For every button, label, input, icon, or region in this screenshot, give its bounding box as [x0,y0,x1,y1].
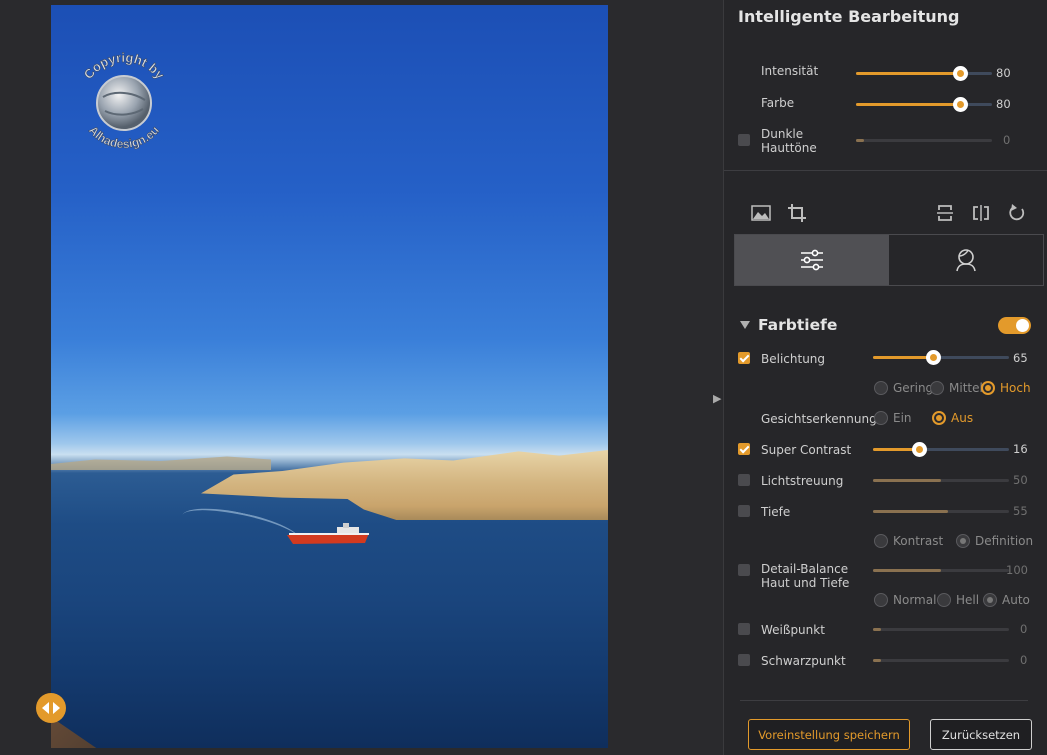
exposure-checkbox[interactable] [738,352,750,364]
super-contrast-slider-knob[interactable] [912,442,927,457]
photo-red-ship [287,523,369,544]
exposure-high-label: Hoch [1000,381,1031,395]
detail-auto-label: Auto [1002,593,1030,607]
detail-auto-radio[interactable] [983,593,997,607]
detail-bright-label: Hell [956,593,980,607]
super-contrast-value: 16 [1013,442,1028,456]
color-value: 80 [996,97,1011,111]
intensity-label: Intensität [761,64,819,78]
divider [724,170,1047,171]
light-scatter-checkbox[interactable] [738,474,750,486]
section-toggle[interactable] [998,317,1031,334]
save-preset-button[interactable]: Voreinstellung speichern [748,719,910,750]
intensity-value: 80 [996,66,1011,80]
reset-button[interactable]: Zurücksetzen [930,719,1032,750]
super-contrast-slider[interactable] [873,442,1009,457]
white-point-label: Weißpunkt [761,623,825,637]
depth-label: Tiefe [761,505,791,519]
depth-slider[interactable] [873,510,1009,513]
photo-far-coast [51,456,271,470]
detail-normal-radio[interactable] [874,593,888,607]
image-canvas: Copyright by Alhadesign.eu ▶ [0,0,723,755]
depth-checkbox[interactable] [738,505,750,517]
color-slider-knob[interactable] [953,97,968,112]
detail-normal-label: Normal [893,593,937,607]
photo-preview: Copyright by Alhadesign.eu [51,5,608,748]
collapse-triangle-icon[interactable] [740,321,750,329]
dark-skin-checkbox[interactable] [738,134,750,146]
depth-contrast-label: Kontrast [893,534,944,548]
super-contrast-label: Super Contrast [761,443,852,457]
compare-toggle-button[interactable] [36,693,66,723]
tab-portrait[interactable] [889,235,1043,285]
tab-adjustments[interactable] [735,235,889,285]
exposure-high-radio[interactable] [981,381,995,395]
rotate-icon[interactable] [1006,202,1028,224]
exposure-label: Belichtung [761,352,826,366]
super-contrast-checkbox[interactable] [738,443,750,455]
detail-balance-slider[interactable] [873,569,1009,572]
compare-arrows-icon [42,702,60,714]
divider [740,700,1028,701]
white-point-checkbox[interactable] [738,623,750,635]
photo-boat-wake [179,500,303,556]
black-point-slider[interactable] [873,659,1009,662]
dark-skin-value: 0 [1003,133,1011,147]
exposure-slider[interactable] [873,350,1009,365]
exposure-low-radio[interactable] [874,381,888,395]
exposure-value: 65 [1013,351,1028,365]
exposure-mid-radio[interactable] [930,381,944,395]
white-point-value: 0 [1020,622,1028,636]
face-detection-label: Gesichtserkennung [761,412,877,426]
flip-horizontal-icon[interactable] [970,202,992,224]
sliders-icon [801,249,823,271]
depth-value: 55 [1013,504,1028,518]
intensity-slider[interactable] [856,66,992,81]
black-point-label: Schwarzpunkt [761,654,846,668]
portrait-icon [956,249,976,272]
depth-definition-label: Definition [975,534,1034,548]
exposure-low-label: Gering [893,381,934,395]
depth-definition-radio[interactable] [956,534,970,548]
section-title: Farbtiefe [758,316,838,334]
face-on-radio[interactable] [874,411,888,425]
white-point-slider[interactable] [873,628,1009,631]
exposure-mid-label: Mittel [949,381,983,395]
dark-skin-label: Dunkle Hauttöne [761,127,817,155]
exposure-slider-knob[interactable] [926,350,941,365]
depth-contrast-radio[interactable] [874,534,888,548]
intensity-slider-knob[interactable] [953,66,968,81]
editor-app: Copyright by Alhadesign.eu ▶ Intelligent… [0,0,1047,755]
black-point-value: 0 [1020,653,1028,667]
color-slider[interactable] [856,97,992,112]
copyright-watermark-logo: Copyright by Alhadesign.eu [80,50,168,152]
dark-skin-slider[interactable] [856,139,992,142]
adjustments-panel: Intelligente Bearbeitung Intensität 80 F… [723,0,1047,755]
black-point-checkbox[interactable] [738,654,750,666]
light-scatter-slider[interactable] [873,479,1009,482]
detail-balance-label: Detail-Balance Haut und Tiefe [761,562,850,590]
face-on-label: Ein [893,411,912,425]
panel-collapse-arrow-icon[interactable]: ▶ [713,392,723,406]
image-icon[interactable] [750,202,772,224]
detail-balance-checkbox[interactable] [738,564,750,576]
face-off-radio[interactable] [932,411,946,425]
crop-icon[interactable] [786,202,808,224]
detail-balance-value: 100 [1006,563,1028,577]
light-scatter-label: Lichtstreuung [761,474,844,488]
detail-bright-radio[interactable] [937,593,951,607]
mode-tabs [734,234,1044,286]
flip-vertical-icon[interactable] [934,202,956,224]
face-off-label: Aus [951,411,974,425]
light-scatter-value: 50 [1013,473,1028,487]
color-label: Farbe [761,96,795,110]
panel-title: Intelligente Bearbeitung [738,7,960,26]
